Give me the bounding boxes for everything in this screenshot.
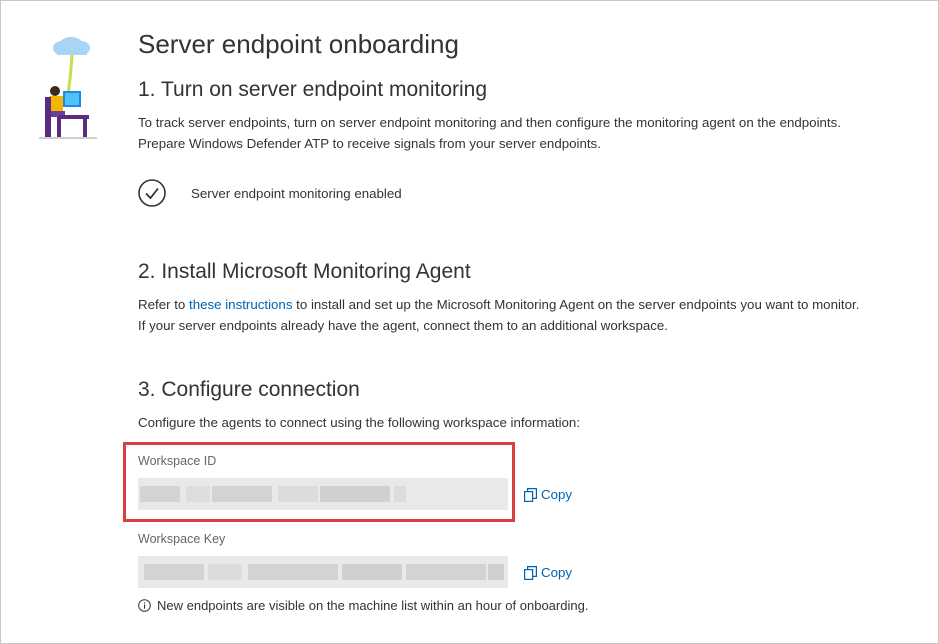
onboarding-panel: Server endpoint onboarding 1. Turn on se… xyxy=(0,0,939,644)
copy-icon xyxy=(524,487,537,502)
page-title: Server endpoint onboarding xyxy=(138,29,459,59)
step2-description-line1: Refer to these instructions to install a… xyxy=(138,294,859,315)
workspace-id-highlight-box xyxy=(123,442,515,522)
person-at-computer-illustration xyxy=(39,37,97,139)
step1-description-line2: Prepare Windows Defender ATP to receive … xyxy=(138,136,601,151)
step2-text-before-link: Refer to xyxy=(138,297,189,312)
step1-heading: 1. Turn on server endpoint monitoring xyxy=(138,78,488,101)
copy-workspace-key-label: Copy xyxy=(541,565,573,580)
checkmark-circle-icon xyxy=(138,179,166,207)
redacted-value-segment xyxy=(488,564,504,580)
copy-workspace-id-button[interactable]: Copy xyxy=(524,487,572,502)
redacted-value-segment xyxy=(248,564,338,580)
step3-heading: 3. Configure connection xyxy=(138,378,360,401)
monitoring-status-label: Server endpoint monitoring enabled xyxy=(191,185,402,201)
copy-icon xyxy=(524,565,537,580)
copy-workspace-id-label: Copy xyxy=(541,487,573,502)
info-icon xyxy=(138,599,151,612)
step3-intro: Configure the agents to connect using th… xyxy=(138,415,581,430)
onboarding-note-text: New endpoints are visible on the machine… xyxy=(157,598,589,613)
monitoring-status: Server endpoint monitoring enabled xyxy=(138,177,402,209)
redacted-value-segment xyxy=(342,564,402,580)
instructions-link[interactable]: these instructions xyxy=(189,297,292,312)
workspace-key-label: Workspace Key xyxy=(138,532,226,546)
onboarding-note: New endpoints are visible on the machine… xyxy=(138,598,588,613)
workspace-key-field[interactable] xyxy=(138,556,508,588)
step2-heading: 2. Install Microsoft Monitoring Agent xyxy=(138,260,471,283)
redacted-value-segment xyxy=(144,564,204,580)
redacted-value-segment xyxy=(208,564,242,580)
step2-description-line2: If your server endpoints already have th… xyxy=(138,318,668,333)
step1-description-line1: To track server endpoints, turn on serve… xyxy=(138,115,841,130)
copy-workspace-key-button[interactable]: Copy xyxy=(524,565,572,580)
step2-text-after-link: to install and set up the Microsoft Moni… xyxy=(292,297,860,312)
redacted-value-segment xyxy=(406,564,486,580)
